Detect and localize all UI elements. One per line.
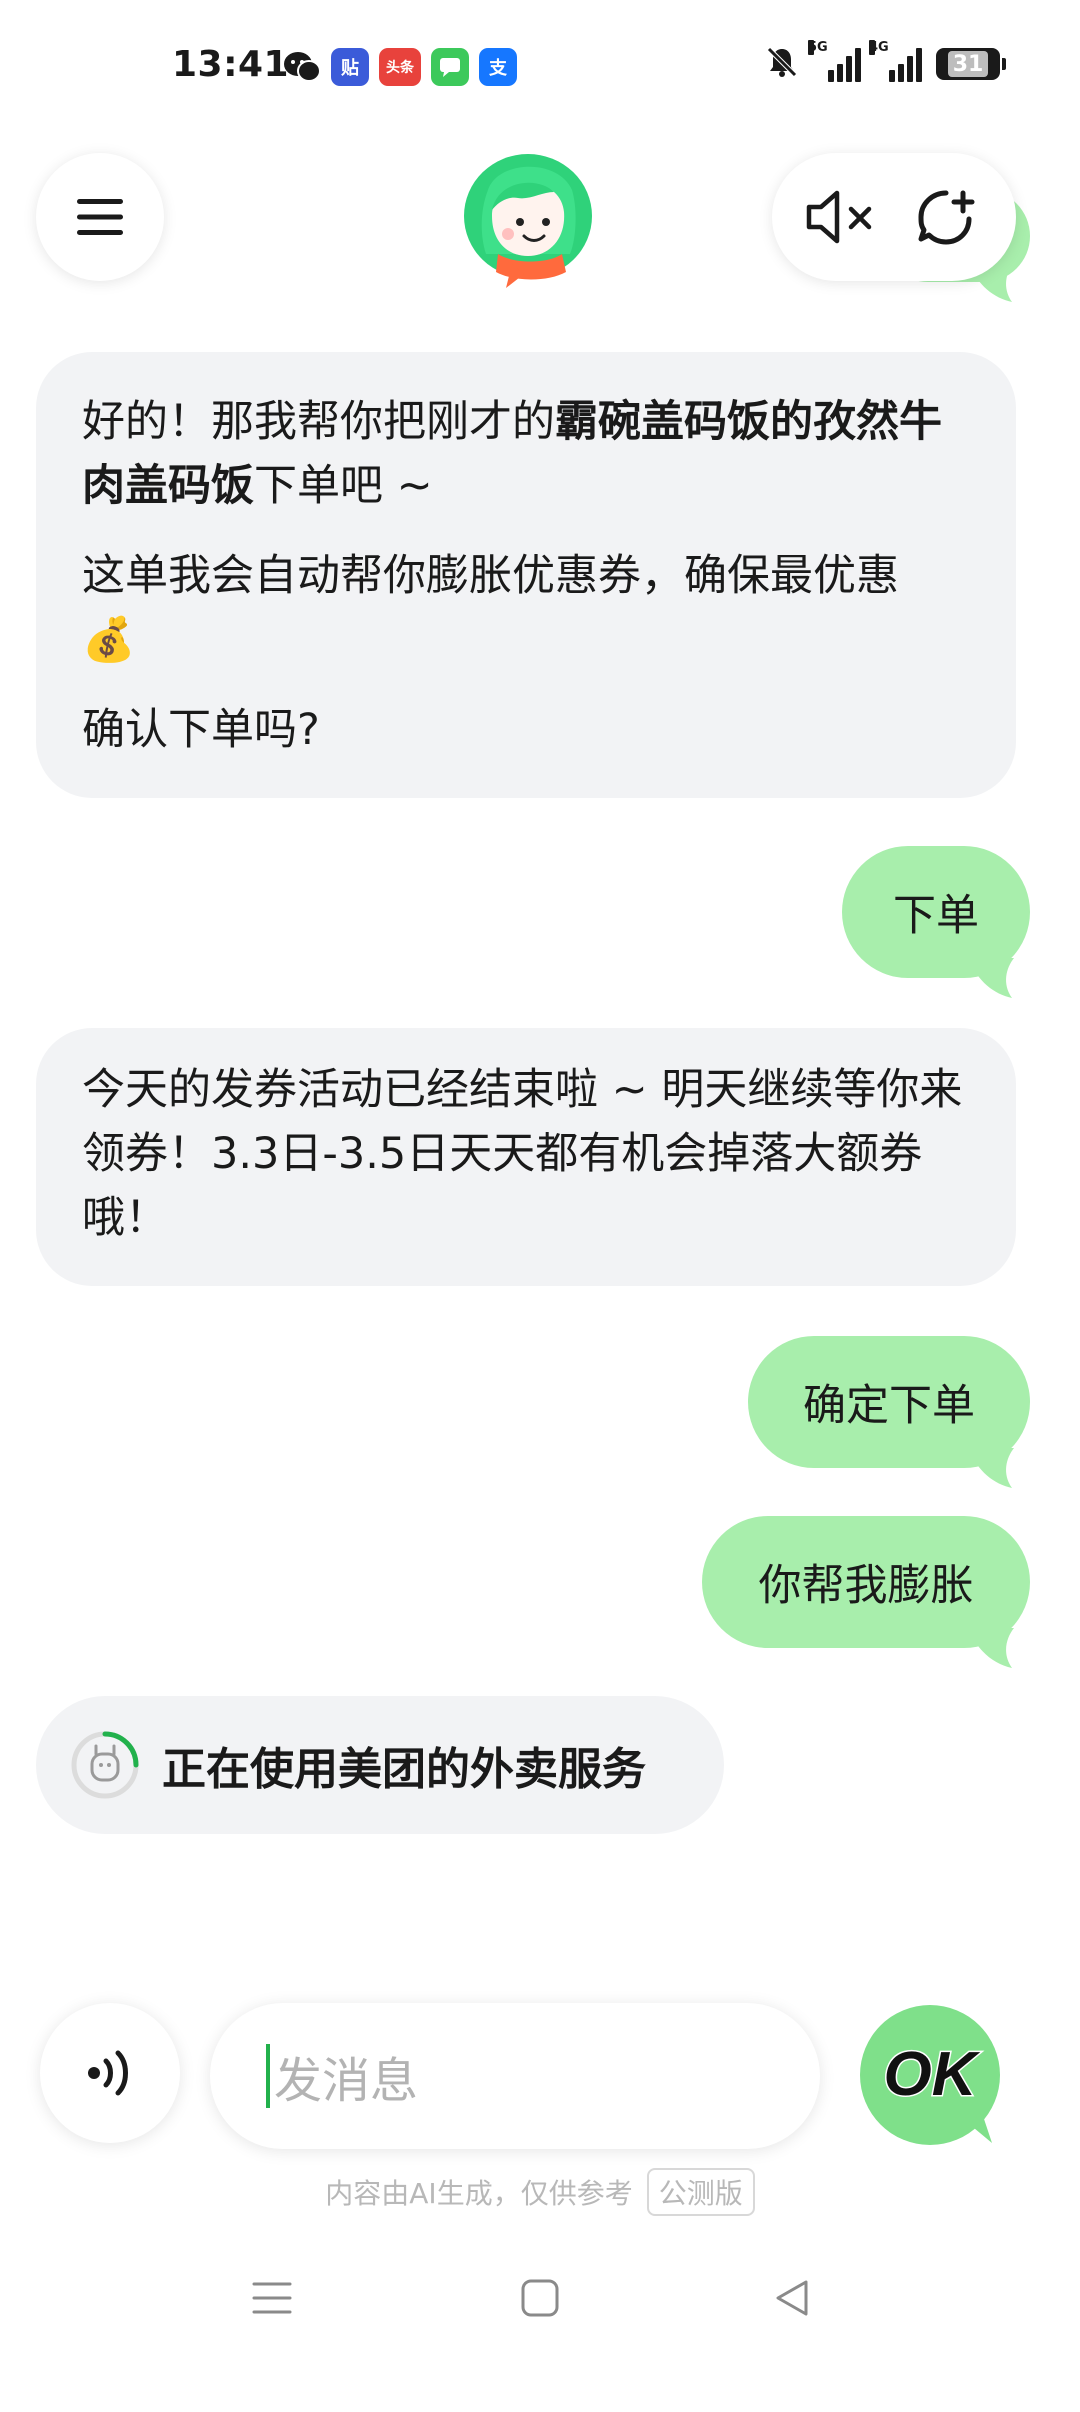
assistant-avatar-icon[interactable] [458,150,598,290]
header-actions [772,153,1016,281]
chat-screen: 13:41 贴 头条 支 5G 4G 31 好的！那我帮你把刚才的霸碗盖码饭的孜… [0,0,1080,2412]
messages-icon [431,48,469,86]
ok-badge-icon: OK [860,2005,1000,2145]
nav-back-button[interactable] [752,2258,832,2338]
new-chat-icon [918,190,975,245]
user-message-text: 下单 [893,891,979,941]
status-indicators: 5G 4G 31 [764,40,1006,84]
status-bar: 13:41 贴 头条 支 5G 4G 31 [0,0,1080,130]
bubble-tail-icon [968,1628,1014,1668]
ai-message-text: 好的！那我帮你把刚才的霸碗盖码饭的孜然牛肉盖码饭下单吧 ~ [82,390,970,518]
voice-input-button[interactable] [40,2003,180,2143]
text-cursor [266,2044,270,2108]
status-time: 13:41 [172,44,290,85]
hamburger-icon [77,199,123,235]
wechat-icon [283,48,321,86]
user-message-text: 确定下单 [803,1381,975,1431]
speaker-muted-icon [806,190,872,244]
ai-message-text-part: 下单吧 ~ [254,461,433,511]
mute-button[interactable] [801,177,881,257]
ai-message-text: 确认下单吗? [82,705,320,755]
notification-app-icons: 贴 头条 支 [283,48,517,86]
ai-message-text: 今天的发券活动已经结束啦 ~ 明天继续等你来领券！3.3日-3.5日天天都有机会… [82,1065,963,1243]
signal-4g-icon: 4G [869,40,922,82]
disclaimer-text: 内容由AI生成，仅供参考 [325,2177,633,2210]
ai-message-text: 这单我会自动帮你膨胀优惠券，确保最优惠 💰 [82,544,970,672]
ai-message-bubble: 今天的发券活动已经结束啦 ~ 明天继续等你来领券！3.3日-3.5日天天都有机会… [36,1028,1016,1286]
ok-label: OK [884,2040,981,2109]
network-5g-label: 5G [808,40,828,55]
service-status-chip: 正在使用美团的外卖服务 [36,1696,724,1834]
ai-message-text-part: 这单我会自动帮你膨胀优惠券，确保最优惠 [82,551,899,601]
bubble-tail-icon [968,1448,1014,1488]
bell-muted-icon [764,44,800,84]
nav-menu-icon [252,2282,292,2314]
nav-menu-button[interactable] [232,2258,312,2338]
menu-button[interactable] [36,153,164,281]
loading-spinner-icon [70,1730,140,1800]
ok-send-button[interactable]: OK [858,2003,1002,2147]
toutiao-icon: 头条 [379,48,421,86]
message-input-placeholder: 发消息 [274,2053,419,2109]
ai-disclaimer: 内容由AI生成，仅供参考 公测版 [0,2168,1080,2216]
nav-home-icon [521,2279,559,2317]
message-input[interactable]: 发消息 [210,2003,820,2149]
tieba-icon: 贴 [331,48,369,86]
beta-badge: 公测版 [646,2168,755,2216]
nav-home-button[interactable] [500,2258,580,2338]
battery-level: 31 [952,51,984,77]
battery-icon: 31 [936,48,1006,80]
voice-input-icon [88,2050,128,2096]
alipay-icon: 支 [479,48,517,86]
user-message-text: 你帮我膨胀 [758,1561,974,1611]
new-chat-button[interactable] [907,177,987,257]
nav-back-icon [776,2280,808,2316]
ai-message-bubble: 好的！那我帮你把刚才的霸碗盖码饭的孜然牛肉盖码饭下单吧 ~ 这单我会自动帮你膨胀… [36,352,1016,798]
signal-5g-icon: 5G [808,40,861,82]
service-status-text: 正在使用美团的外卖服务 [162,1744,646,1795]
money-bag-icon: 💰 [82,615,136,665]
bubble-tail-icon [968,958,1014,998]
network-4g-label: 4G [869,40,889,55]
ai-message-text-part: 好的！那我帮你把刚才的 [82,397,555,447]
